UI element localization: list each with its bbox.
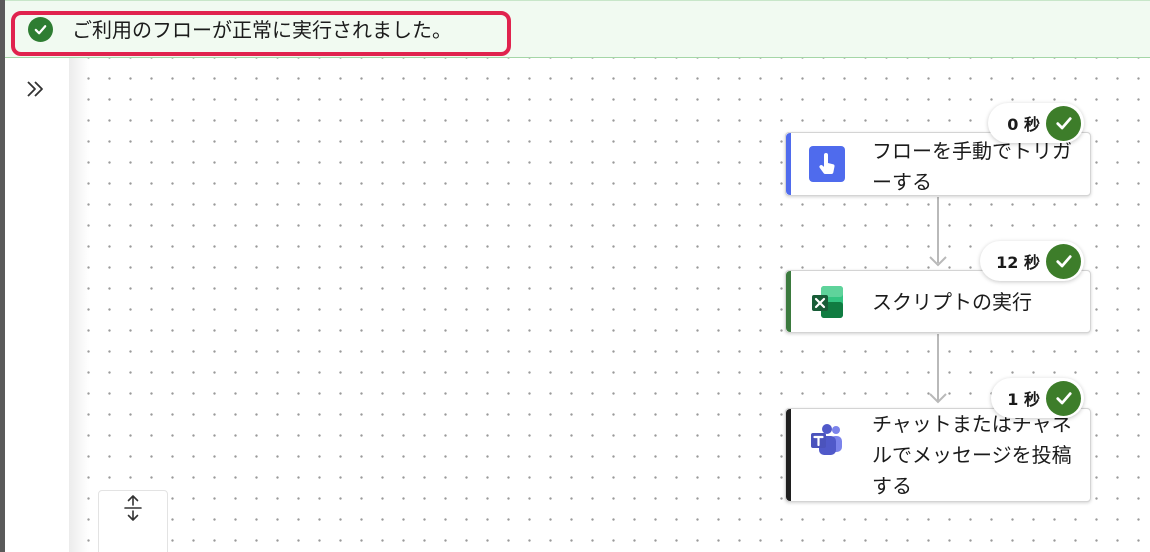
duration-text: 12 秒 (996, 253, 1040, 272)
flow-step-post-message[interactable]: チャットまたはチャネルでメッセージを投稿する (785, 408, 1091, 502)
step-duration-badge: 0 秒 (988, 103, 1084, 143)
arrow-down-icon (929, 256, 947, 267)
collapse-vertical-arrows-icon (124, 495, 142, 521)
duration-text: 1 秒 (1007, 390, 1040, 409)
step-duration-badge: 1 秒 (991, 378, 1084, 418)
arrow-down-icon (929, 393, 947, 404)
fit-view-button[interactable] (98, 490, 168, 552)
canvas-edge-shadow (69, 58, 89, 552)
step-label: フローを手動でトリガーする (872, 139, 1072, 194)
flow-run-view: ご利用のフローが正常に実行されました。 フローを手動でトリガーする 0 秒 スク… (0, 0, 1150, 552)
step-accent-bar (786, 271, 791, 332)
duration-text: 0 秒 (1007, 115, 1040, 134)
success-check-icon (1046, 105, 1081, 141)
expand-panel-button[interactable] (18, 72, 52, 106)
success-check-icon (1046, 380, 1081, 416)
side-panel (5, 58, 69, 552)
step-accent-bar (786, 409, 791, 501)
teams-icon (809, 422, 845, 458)
double-chevron-right-icon (27, 81, 43, 97)
step-label: チャットまたはチャネルでメッセージを投稿する (872, 412, 1072, 498)
touch-trigger-icon (809, 146, 845, 182)
success-check-icon (1046, 243, 1081, 279)
step-accent-bar (786, 133, 791, 195)
step-duration-badge: 12 秒 (980, 241, 1084, 281)
annotation-highlight-box (11, 11, 511, 56)
step-label: スクリプトの実行 (872, 290, 1032, 314)
excel-icon (809, 284, 845, 320)
